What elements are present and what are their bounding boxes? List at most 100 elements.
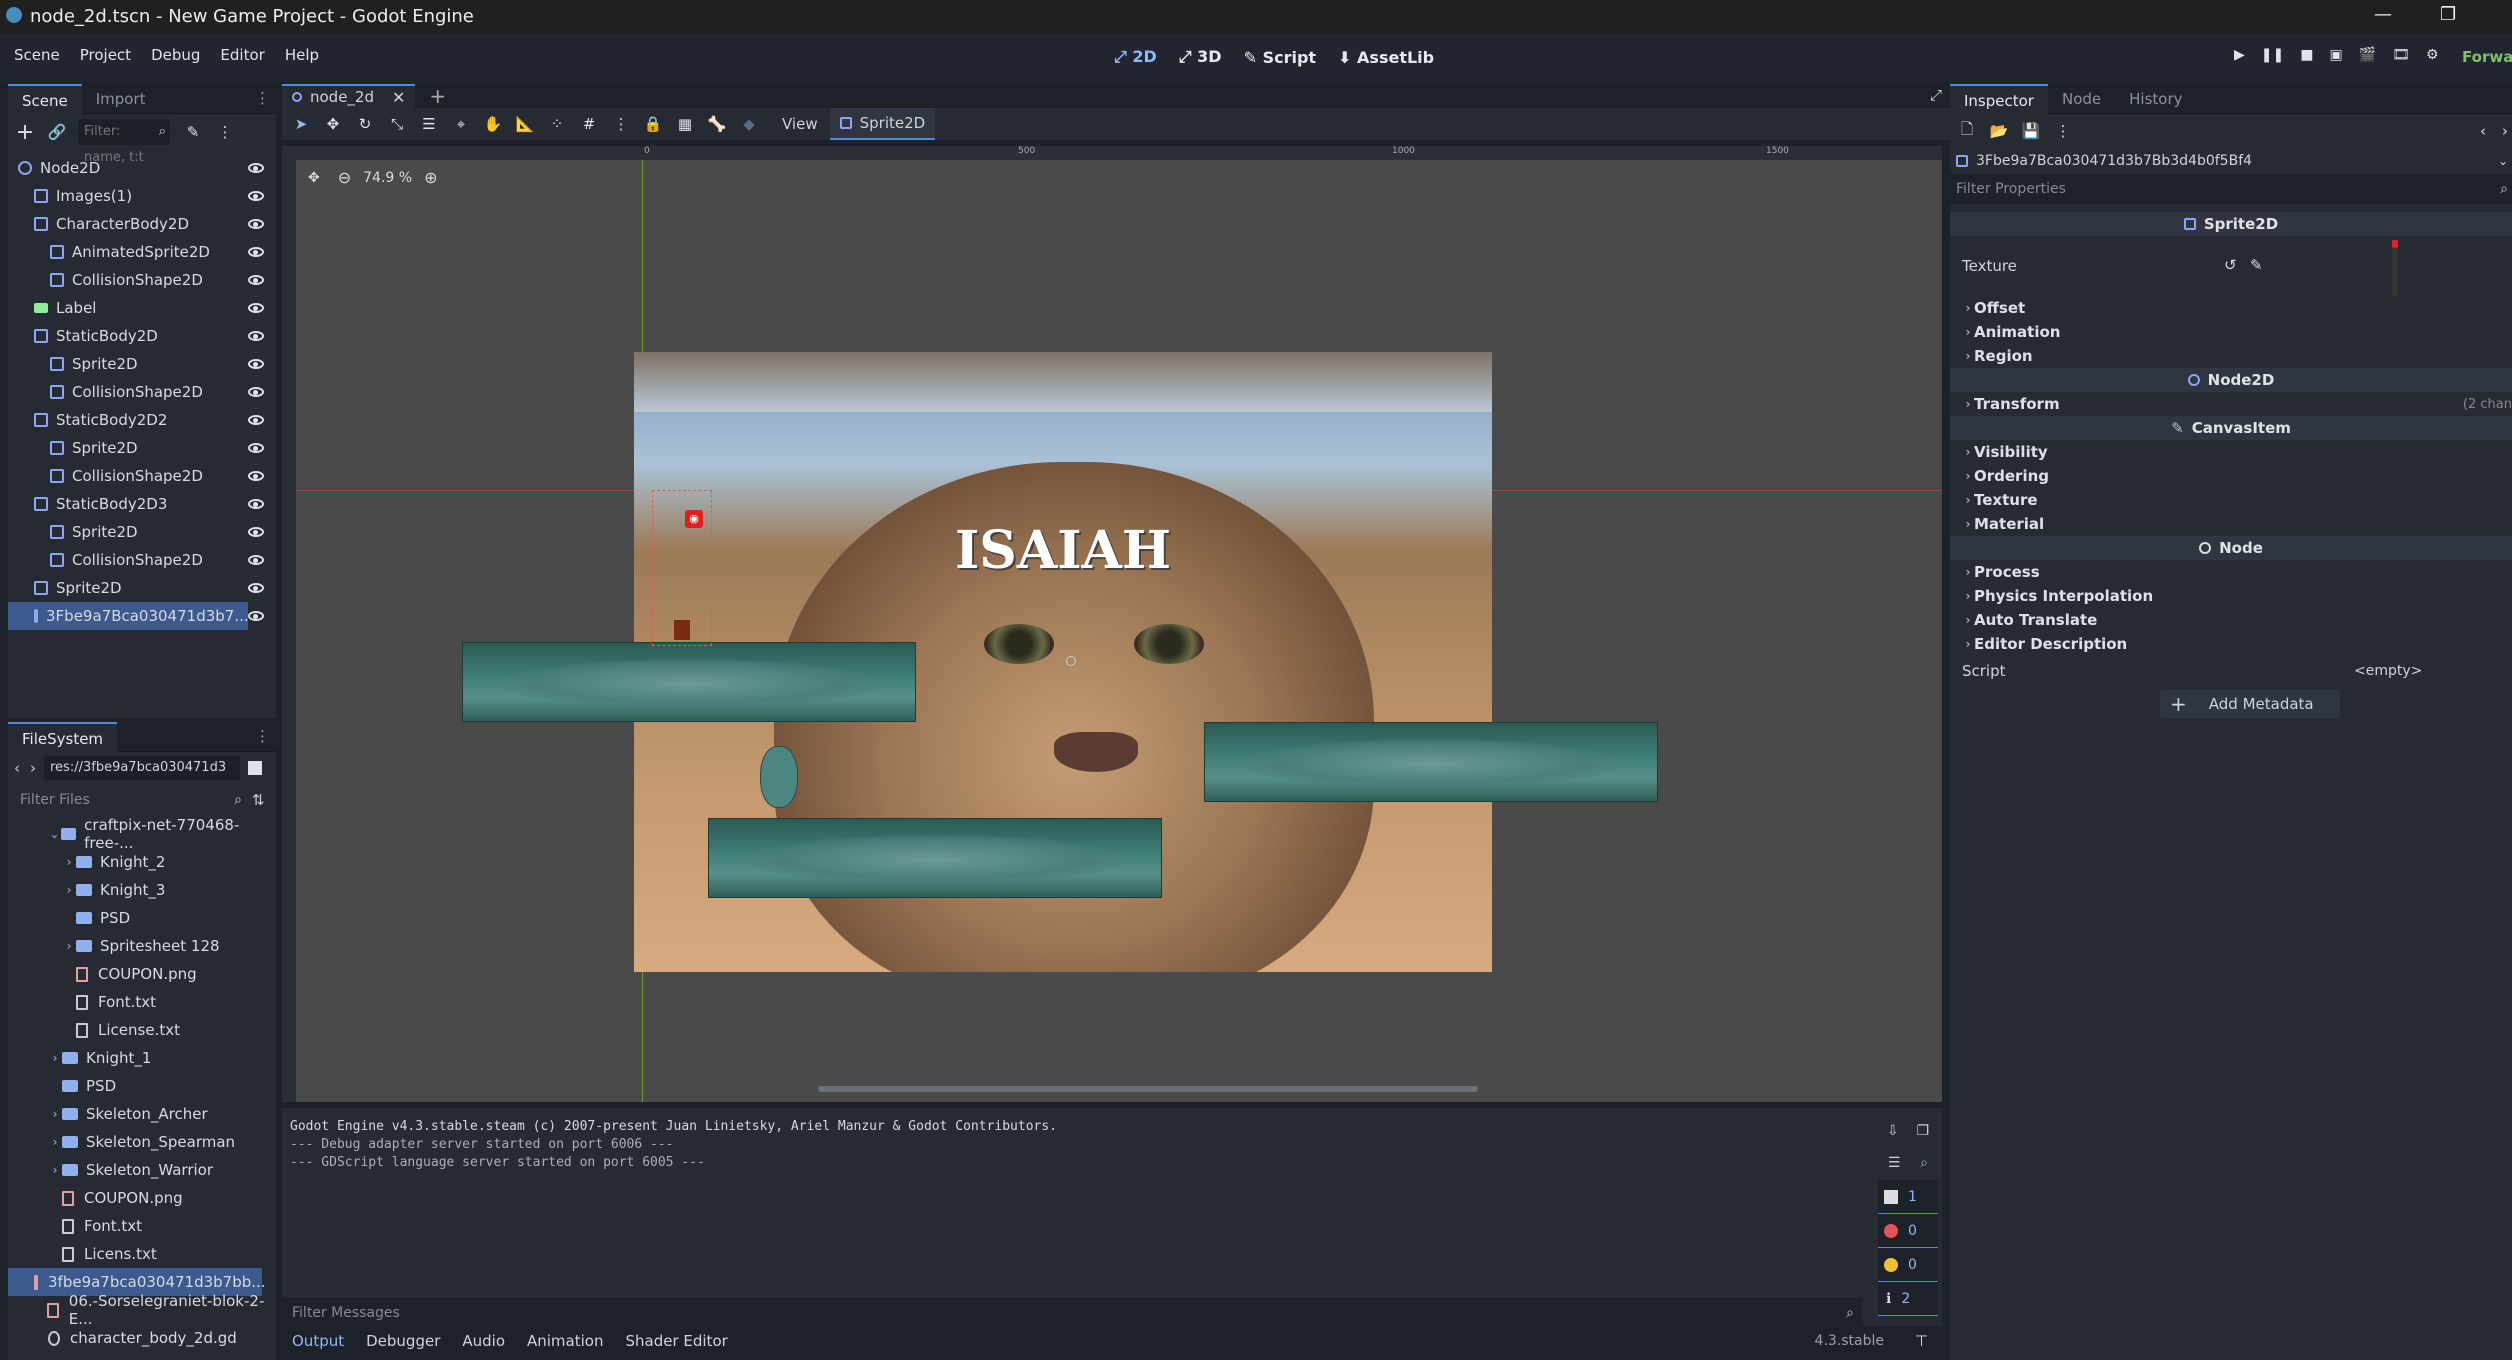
filesystem-item[interactable]: character_body_2d.gd	[8, 1324, 276, 1352]
filesystem-item[interactable]: COUPON.png	[8, 960, 276, 988]
prop-transform[interactable]: › Transform (2 chan	[1950, 392, 2512, 416]
prop-offset[interactable]: › Offset	[1950, 296, 2512, 320]
resource-path-bar[interactable]: 3Fbe9a7Bca030471d3b7Bb3d4b0f5Bf4 ⌄	[1950, 148, 2512, 174]
add-node-icon[interactable]: +	[14, 120, 36, 145]
close-tab-icon[interactable]: ✕	[392, 88, 405, 107]
character-sprite[interactable]	[674, 620, 690, 640]
center-view-icon[interactable]: ✥	[308, 170, 320, 186]
revert-icon[interactable]: ↺	[2224, 256, 2237, 274]
collapse-icon[interactable]: ☰	[1888, 1155, 1901, 1171]
history-forward-icon[interactable]: ›	[2502, 122, 2508, 140]
open-resource-icon[interactable]: 📂	[1988, 120, 2010, 142]
tab-debugger[interactable]: Debugger	[366, 1332, 440, 1350]
scene-tree-item[interactable]: Sprite2D	[8, 518, 276, 546]
scene-tree-item[interactable]: Sprite2D	[8, 574, 276, 602]
filesystem-item[interactable]: › Skeleton_Archer	[8, 1100, 276, 1128]
visibility-eye-icon[interactable]	[248, 499, 264, 509]
tab-node[interactable]: Node	[2048, 84, 2115, 114]
remote-debug-icon[interactable]: ▣	[2329, 47, 2342, 63]
visibility-eye-icon[interactable]	[248, 611, 264, 621]
filesystem-item[interactable]: › Skeleton_Warrior	[8, 1156, 276, 1184]
list-select-icon[interactable]: ☰	[418, 113, 440, 135]
scene-tree-item[interactable]: CollisionShape2D	[8, 266, 276, 294]
output-filter-input[interactable]: Filter Messages ⌕	[282, 1298, 1862, 1328]
visibility-eye-icon[interactable]	[248, 555, 264, 565]
zoom-level[interactable]: 74.9 %	[363, 170, 412, 186]
prop-animation[interactable]: › Animation	[1950, 320, 2512, 344]
scene-tree-item[interactable]: CollisionShape2D	[8, 462, 276, 490]
prop-process[interactable]: › Process	[1950, 560, 2512, 584]
layout-toggle-icon[interactable]	[248, 761, 262, 775]
chevron-right-icon[interactable]: ›	[48, 1135, 62, 1149]
script-value[interactable]: <empty>	[2354, 663, 2422, 679]
chevron-right-icon[interactable]: ›	[62, 883, 76, 897]
tab-scene[interactable]: Scene	[8, 83, 82, 114]
filesystem-item[interactable]: COUPON.png	[8, 1184, 276, 1212]
filesystem-item[interactable]: › Knight_2	[8, 848, 276, 876]
scene-filter-input[interactable]: Filter: name, t:t ⌕	[78, 119, 170, 165]
path-field[interactable]: res://3fbe9a7bca030471d3	[44, 756, 240, 780]
copy-log-icon[interactable]: ❐	[1917, 1123, 1930, 1139]
sprite2d-menu[interactable]: Sprite2D	[829, 108, 936, 140]
visibility-eye-icon[interactable]	[248, 359, 264, 369]
scene-tree-item[interactable]: StaticBody2D	[8, 322, 276, 350]
lock-icon[interactable]: 🔒	[642, 113, 664, 135]
dock-menu-icon[interactable]: ⋮	[255, 89, 270, 107]
scene-tree-item[interactable]: CollisionShape2D	[8, 378, 276, 406]
rock-platform-2[interactable]	[1204, 722, 1658, 802]
error-count-button[interactable]: 0	[1878, 1214, 1938, 1248]
prop-visibility[interactable]: › Visibility	[1950, 440, 2512, 464]
tab-shader-editor[interactable]: Shader Editor	[625, 1332, 727, 1350]
pin-panel-icon[interactable]: ⊤	[1915, 1332, 1928, 1350]
clear-log-icon[interactable]: ⇩	[1887, 1123, 1899, 1139]
prop-editor-description[interactable]: › Editor Description	[1950, 632, 2512, 656]
filesystem-item[interactable]: License.txt	[8, 1016, 276, 1044]
bone-icon[interactable]: 🦴	[706, 113, 728, 135]
filesystem-item[interactable]: › Skeleton_Spearman	[8, 1128, 276, 1156]
play-icon[interactable]: ▶	[2234, 47, 2245, 63]
chevron-right-icon[interactable]: ›	[48, 1107, 62, 1121]
menu-debug[interactable]: Debug	[151, 46, 200, 64]
scene-tab-node2d[interactable]: node_2d ✕	[282, 84, 416, 108]
message-count-button[interactable]: 1	[1878, 1180, 1938, 1214]
scene-tree-item[interactable]: CollisionShape2D	[8, 546, 276, 574]
filesystem-item[interactable]: › Knight_1	[8, 1044, 276, 1072]
filesystem-item[interactable]: Licens.txt	[8, 1240, 276, 1268]
new-tab-icon[interactable]: +	[429, 84, 446, 108]
menu-help[interactable]: Help	[285, 46, 319, 64]
tab-audio[interactable]: Audio	[462, 1332, 505, 1350]
rock-platform-3[interactable]	[708, 818, 1162, 898]
tab-filesystem[interactable]: FileSystem	[8, 721, 118, 752]
new-resource-icon[interactable]: 🗋	[1956, 120, 1978, 142]
camera-override-icon[interactable]: ◆	[738, 113, 760, 135]
visibility-eye-icon[interactable]	[248, 303, 264, 313]
filesystem-filter-input[interactable]: Filter Files ⌕	[14, 788, 246, 812]
smart-snap-icon[interactable]: ⁘	[546, 113, 568, 135]
scene-options-icon[interactable]: ⋮	[214, 121, 236, 143]
info-count-button[interactable]: ℹ2	[1878, 1282, 1938, 1316]
zoom-out-icon[interactable]: ⊖	[338, 168, 351, 187]
mode-2d-button[interactable]: ⤢ 2D	[1114, 47, 1157, 67]
visibility-eye-icon[interactable]	[248, 331, 264, 341]
filesystem-item[interactable]: › Spritesheet 128	[8, 932, 276, 960]
pause-icon[interactable]: ❚❚	[2261, 47, 2284, 63]
zoom-in-icon[interactable]: ⊕	[424, 168, 437, 187]
tab-import[interactable]: Import	[82, 84, 160, 114]
search-toggle-icon[interactable]: ⌕	[1920, 1155, 1928, 1171]
minimize-icon[interactable]: —	[2374, 4, 2392, 25]
inspector-filter-input[interactable]: Filter Properties ⌕	[1950, 174, 2512, 204]
texture-preview[interactable]	[2392, 240, 2398, 296]
scene-tree-item[interactable]: AnimatedSprite2D	[8, 238, 276, 266]
filesystem-item[interactable]: › Knight_3	[8, 876, 276, 904]
resource-menu-icon[interactable]: ⋮	[2052, 120, 2074, 142]
rotate-tool-icon[interactable]: ↻	[354, 113, 376, 135]
movie-maker-icon[interactable]: ⚙	[2426, 47, 2439, 63]
scene-tree-item[interactable]: 3Fbe9a7Bca030471d3b7...	[8, 602, 264, 630]
group-icon[interactable]: ▦	[674, 113, 696, 135]
scene-tree-item[interactable]: Sprite2D	[8, 350, 276, 378]
history-back-icon[interactable]: ‹	[2480, 122, 2486, 140]
tab-inspector[interactable]: Inspector	[1950, 83, 2048, 114]
add-metadata-button[interactable]: + Add Metadata	[2160, 690, 2340, 718]
distraction-free-icon[interactable]: ⤢	[1930, 86, 1942, 104]
save-resource-icon[interactable]: 💾	[2020, 120, 2042, 142]
